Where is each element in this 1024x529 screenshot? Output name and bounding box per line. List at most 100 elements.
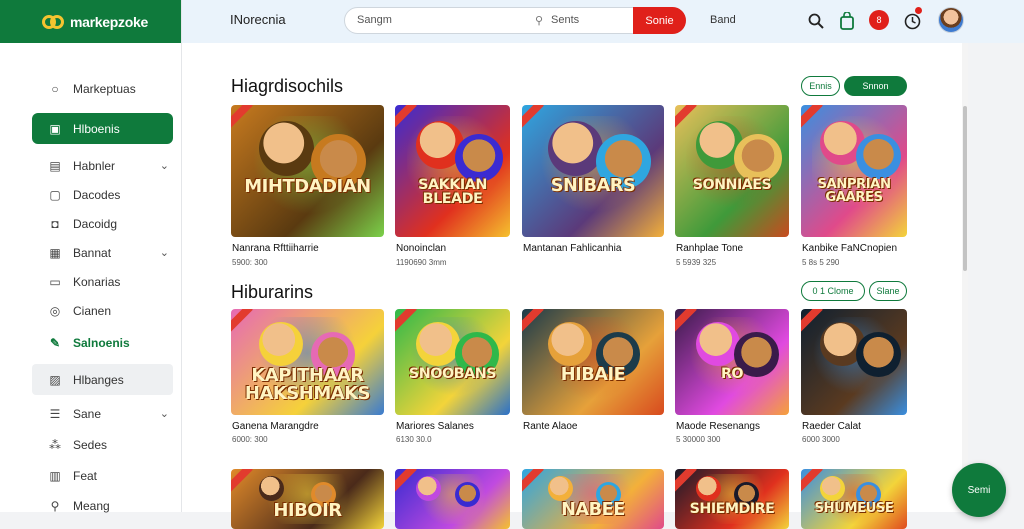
game-thumbnail[interactable]: SHUMEUSE — [801, 469, 907, 529]
floating-action-button[interactable]: Semi — [952, 463, 1006, 517]
character-face — [695, 476, 721, 502]
game-thumbnail[interactable]: KAPITHAAR HAKSHMAKS — [231, 309, 384, 415]
lock-icon: ◘ — [51, 216, 59, 231]
sidebar-item[interactable]: ⚲ Meang — [32, 490, 173, 521]
game-thumbnail[interactable]: MIHTDADIAN — [231, 105, 384, 237]
game-title[interactable]: Ganena Marangdre — [232, 421, 319, 432]
game-thumbnail[interactable]: SHIEMDIRE — [675, 469, 789, 529]
chevron-down-icon[interactable]: ⌄ — [160, 246, 169, 259]
thumbnail-title: SHIEMDIRE — [689, 501, 775, 517]
character-face — [258, 476, 284, 502]
game-meta: 5900: 300 — [232, 258, 268, 267]
sidebar-item[interactable]: ▦ Bannat ⌄ — [32, 237, 173, 268]
sidebar-item[interactable]: ▥ Feat — [32, 460, 173, 491]
sidebar-item[interactable]: ✎ Salnoenis — [32, 327, 173, 358]
chevron-down-icon[interactable]: ⌄ — [160, 407, 169, 420]
image-icon: ▨ — [49, 372, 61, 387]
thumbnail-title: RO — [720, 366, 744, 383]
game-thumbnail[interactable] — [395, 469, 510, 529]
thumbnail-title: HIBAIE — [560, 365, 626, 386]
section-title: Hiagrdisochils — [231, 76, 344, 96]
scrollbar-thumb[interactable] — [963, 106, 967, 271]
game-title[interactable]: Mariores Salanes — [396, 421, 474, 432]
character-face — [734, 134, 783, 182]
sidebar-item[interactable]: ◘ Dacoidg — [32, 208, 173, 239]
sidebar-item-label: Sane — [73, 406, 102, 421]
game-meta: 6130 30.0 — [396, 435, 432, 444]
notification-badge[interactable]: 8 — [869, 10, 889, 30]
sidebar-item[interactable]: ▢ Dacodes — [32, 179, 173, 210]
game-thumbnail[interactable]: SANPRIAN GAARES — [801, 105, 907, 237]
section-filter-button[interactable]: Snnon — [844, 76, 907, 96]
sidebar-item[interactable]: ◎ Cianen — [32, 295, 173, 326]
sidebar-item[interactable]: ○ Markeptuas — [32, 73, 173, 104]
thumbnail-title: SNOOBANS — [408, 366, 497, 383]
section-filter-button[interactable]: Slane — [869, 281, 907, 301]
game-meta: 5 5939 325 — [676, 258, 717, 267]
search-icon[interactable] — [806, 11, 826, 31]
sidebar-item-label: Meang — [73, 498, 110, 513]
sidebar-item[interactable]: ▨ Hlbanges — [32, 364, 173, 395]
character-face — [415, 321, 461, 367]
sidebar-item-label: Salnoenis — [73, 335, 130, 350]
character-face — [695, 321, 741, 367]
bag-icon[interactable] — [837, 11, 857, 31]
section-filter-button[interactable]: Ennis — [801, 76, 840, 96]
game-thumbnail[interactable]: NABEE — [522, 469, 664, 529]
game-title[interactable]: Ranhplae Tone — [676, 243, 743, 254]
thumbnail-title: MIHTDADIAN — [244, 175, 371, 197]
thumbnail-title: KAPITHAAR HAKSHMAKS — [244, 365, 371, 405]
search-icon: ⚲ — [50, 498, 60, 513]
pin-icon: ○ — [51, 81, 59, 96]
clock-icon[interactable] — [902, 11, 922, 31]
game-thumbnail[interactable]: SNOOBANS — [395, 309, 510, 415]
sidebar-item-label: Dacodes — [73, 187, 121, 202]
game-title[interactable]: Rante Alaoe — [523, 421, 578, 432]
sidebar-item-label: Cianen — [73, 303, 112, 318]
character-face — [547, 321, 593, 367]
sidebar: markepzoke ○ Markeptuas ▣ Hlboenis ▤ Habnler ⌄… — [0, 0, 182, 513]
game-thumbnail[interactable] — [801, 309, 907, 415]
sidebar-item[interactable]: ▤ Habnler ⌄ — [32, 150, 173, 181]
breadcrumb[interactable]: INorecnia — [230, 12, 286, 27]
logo[interactable]: markepzoke — [0, 0, 181, 43]
thumbnail-title: HIBOIR — [273, 500, 342, 521]
sidebar-item-label: Bannat — [73, 245, 112, 260]
game-thumbnail[interactable]: RO — [675, 309, 789, 415]
sidebar-item-label: Sedes — [73, 437, 108, 452]
sidebar-item[interactable]: ☰ Sane ⌄ — [32, 398, 173, 429]
game-title[interactable]: Raeder Calat — [802, 421, 861, 432]
sidebar-item-label: Konarias — [73, 274, 121, 289]
sidebar-item[interactable]: ▣ Hlboenis — [32, 113, 173, 144]
game-thumbnail[interactable]: HIBAIE — [522, 309, 664, 415]
game-meta: 1190690 3mm — [396, 258, 447, 267]
logo-icon — [42, 13, 64, 31]
game-title[interactable]: Nonoinclan — [396, 243, 446, 254]
thumbnail-title: NABEE — [561, 500, 625, 520]
section-filter-button[interactable]: 0 1 Clome — [801, 281, 865, 301]
game-thumbnail[interactable]: SONNIAES — [675, 105, 789, 237]
game-title[interactable]: Maode Resenangs — [676, 421, 760, 432]
game-meta: 5 8s 5 290 — [802, 258, 840, 267]
game-title[interactable]: Mantanan Fahlicanhia — [523, 243, 621, 254]
home-icon: ▣ — [49, 121, 61, 136]
logo-text: markepzoke — [70, 13, 148, 30]
game-thumbnail[interactable]: SAKKIAN BLEADE — [395, 105, 510, 237]
game-title[interactable]: Kanbike FaNCnopien — [802, 243, 897, 254]
top-link[interactable]: Band — [710, 14, 736, 26]
search-button[interactable]: Sonie — [633, 7, 686, 34]
game-thumbnail[interactable]: SNIBARS — [522, 105, 664, 237]
character-face — [856, 332, 901, 377]
list-icon: ☰ — [49, 406, 61, 421]
clipboard-icon: ▦ — [49, 245, 61, 260]
character-face — [547, 120, 603, 177]
chevron-down-icon[interactable]: ⌄ — [160, 159, 169, 172]
avatar[interactable] — [938, 7, 964, 33]
sidebar-item[interactable]: ⁂ Sedes — [32, 429, 173, 460]
game-thumbnail[interactable]: HIBOIR — [231, 469, 384, 529]
character-face — [258, 120, 314, 177]
clock-alert-dot — [915, 7, 922, 14]
globe-icon: ◎ — [49, 303, 61, 318]
sidebar-item[interactable]: ▭ Konarias — [32, 266, 173, 297]
game-title[interactable]: Nanrana Rfttiiharrie — [232, 243, 319, 254]
